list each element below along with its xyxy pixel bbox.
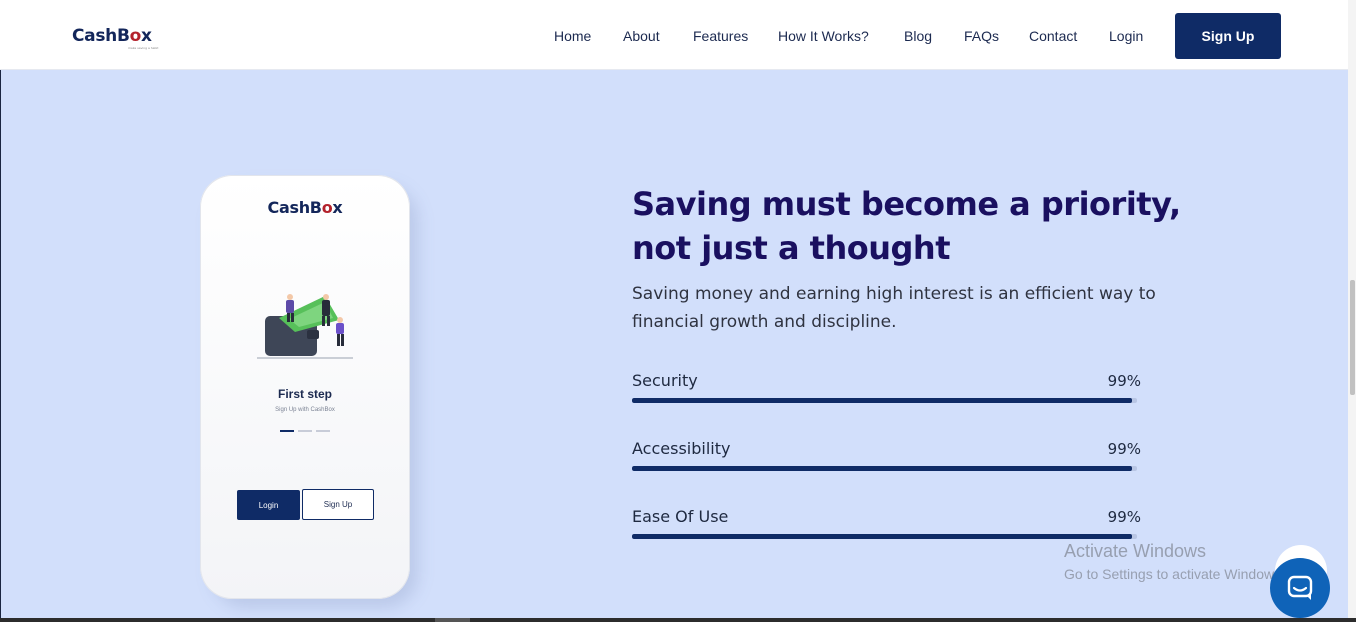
activate-windows-subtitle: Go to Settings to activate Windows. [1064,566,1285,582]
person-leg [341,334,344,346]
person-leg [327,316,330,326]
phone-subheading: Sign Up with CashBox [275,407,335,413]
nav-home[interactable]: Home [554,28,591,44]
person-leg [322,316,325,326]
person-leg [287,313,290,322]
nav-login[interactable]: Login [1109,28,1143,44]
phone-login-button[interactable]: Login [237,490,300,520]
nav-contact[interactable]: Contact [1029,28,1077,44]
person-body [322,300,330,316]
progress-bar-accessibility [632,466,1137,471]
chat-bubble-icon [1287,575,1313,600]
progress-bar-security [632,398,1137,403]
metric-value-ease-of-use: 99% [1107,508,1141,526]
progress-bar-ease-of-use [632,534,1137,539]
phone-mockup: CashBox First step Sign Up with CashBox … [200,175,410,599]
scrollbar-thumb[interactable] [1350,280,1355,395]
progress-fill-ease-of-use [632,534,1132,539]
progress-fill-security [632,398,1132,403]
wallet-illustration [257,294,353,359]
nav-features[interactable]: Features [693,28,748,44]
carousel-dot[interactable] [316,430,330,432]
metric-label-accessibility: Accessibility [632,439,731,458]
hero-title: Saving must become a priority, not just … [632,185,1181,267]
person-leg [291,313,294,322]
nav-how-it-works[interactable]: How It Works? [778,28,869,44]
nav-blog[interactable]: Blog [904,28,932,44]
nav-about[interactable]: About [623,28,660,44]
phone-signup-button[interactable]: Sign Up [302,489,374,520]
phone-heading: First step [277,387,332,401]
logo[interactable]: CashBox [72,26,152,46]
navbar: CashBox make saving a habit Home About F… [0,0,1356,70]
carousel-dots [280,430,332,433]
taskbar-edge [0,618,1356,622]
person-leg [337,334,340,346]
page-edge [0,70,1,622]
person-body [286,300,294,313]
person-head [337,317,343,323]
metric-value-security: 99% [1107,372,1141,390]
person-head [287,294,293,300]
carousel-dot-active[interactable] [280,430,294,432]
taskbar-segment [435,618,470,622]
person-head [323,294,329,300]
signup-button[interactable]: Sign Up [1175,13,1281,59]
person-body [336,323,344,334]
activate-windows-title: Activate Windows [1064,541,1207,561]
hero-paragraph: Saving money and earning high interest i… [632,284,1156,332]
metric-label-ease-of-use: Ease Of Use [632,507,729,526]
progress-fill-accessibility [632,466,1132,471]
metric-value-accessibility: 99% [1107,440,1141,458]
nav-faqs[interactable]: FAQs [964,28,999,44]
logo-tagline: make saving a habit [128,46,159,50]
phone-logo: CashBox [267,198,343,217]
wallet-clasp [307,330,319,339]
metric-label-security: Security [632,371,698,390]
carousel-dot[interactable] [298,430,312,432]
chat-button[interactable] [1270,558,1330,618]
